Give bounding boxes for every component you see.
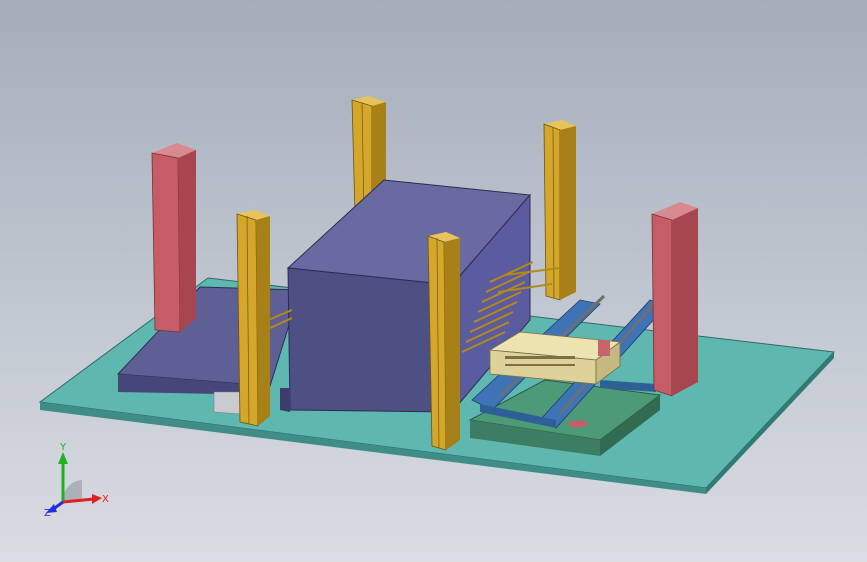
cad-viewport[interactable]: Y X Z bbox=[0, 0, 867, 562]
red-pillar-right[interactable] bbox=[651, 202, 698, 397]
z-axis-label: Z bbox=[44, 508, 51, 519]
y-axis-label: Y bbox=[59, 442, 67, 453]
yellow-column-front[interactable] bbox=[427, 232, 460, 451]
coordinate-triad: Y X Z bbox=[44, 442, 109, 519]
yellow-column-right-back[interactable] bbox=[543, 120, 576, 301]
yellow-column-front-left[interactable] bbox=[236, 210, 270, 427]
control-console[interactable] bbox=[488, 331, 622, 385]
red-pillar-left[interactable] bbox=[151, 143, 196, 333]
x-axis-label: X bbox=[102, 494, 109, 505]
assembly-scene[interactable] bbox=[0, 0, 867, 562]
